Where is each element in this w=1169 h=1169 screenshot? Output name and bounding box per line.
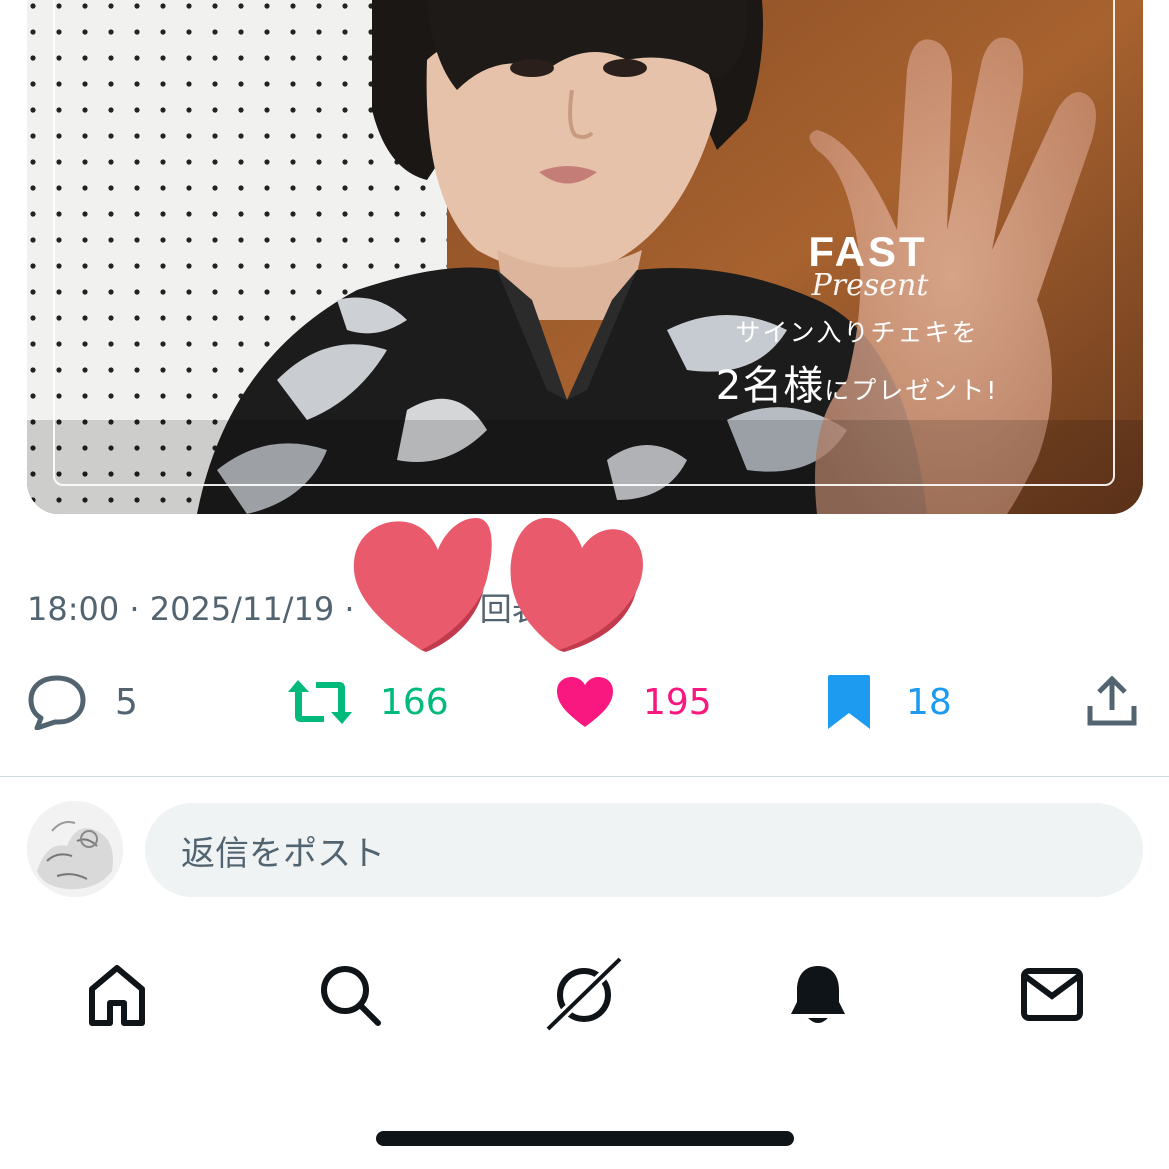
tweet-media-image[interactable]: FAST Present サイン入りチェキを 2名様にプレゼント! <box>27 0 1143 514</box>
promo-line-2-small: にプレゼント! <box>824 376 999 405</box>
tab-home[interactable] <box>77 955 157 1035</box>
promo-line-2: 2名様にプレゼント! <box>687 353 1027 411</box>
hearts-sticker <box>353 517 643 652</box>
sticker-heart-right <box>510 517 643 652</box>
reply-input[interactable]: 返信をポスト <box>145 803 1143 897</box>
reply-count: 5 <box>115 681 138 723</box>
tab-search[interactable] <box>310 955 390 1035</box>
promo-brand-sub: Present <box>811 268 929 303</box>
sticker-heart-left <box>353 518 492 652</box>
bookmark-count: 18 <box>906 681 952 723</box>
reply-icon <box>28 675 86 730</box>
avatar-illustration <box>27 801 123 897</box>
retweet-icon <box>288 680 352 724</box>
bookmark-button[interactable]: 18 <box>826 660 952 744</box>
like-count: 195 <box>643 681 712 723</box>
tweet-time: 18:00 <box>27 590 120 628</box>
promo-overlay: FAST Present サイン入りチェキを 2名様にプレゼント! <box>687 228 1027 411</box>
tweet-detail-screen: FAST Present サイン入りチェキを 2名様にプレゼント! 18:00 … <box>0 0 1169 1169</box>
bookmark-filled-icon <box>828 675 870 729</box>
tweet-date: 2025/11/19 <box>149 590 335 628</box>
reply-button[interactable]: 5 <box>27 660 138 744</box>
section-divider <box>0 776 1169 777</box>
promo-line-1: サイン入りチェキを <box>735 318 979 347</box>
tweet-action-bar: 5 166 195 18 <box>0 660 1169 744</box>
tab-grok[interactable] <box>544 955 624 1035</box>
share-button[interactable] <box>1086 660 1138 744</box>
heart-filled-icon <box>557 677 613 727</box>
grok-icon <box>544 955 624 1033</box>
home-indicator[interactable] <box>376 1131 794 1146</box>
retweet-count: 166 <box>380 681 449 723</box>
promo-line-2-big: 2名様 <box>715 363 825 409</box>
meta-separator: · <box>119 590 150 628</box>
home-icon <box>89 965 145 1026</box>
avatar[interactable] <box>27 801 123 897</box>
retweet-button[interactable]: 166 <box>288 660 449 744</box>
tab-messages[interactable] <box>1012 955 1092 1035</box>
search-icon <box>321 966 381 1026</box>
tab-notifications[interactable] <box>778 955 858 1035</box>
share-icon <box>1087 676 1137 726</box>
reply-placeholder: 返信をポスト <box>181 833 385 874</box>
messages-icon <box>1021 968 1083 1021</box>
notifications-icon <box>791 966 845 1023</box>
like-button[interactable]: 195 <box>555 660 712 744</box>
